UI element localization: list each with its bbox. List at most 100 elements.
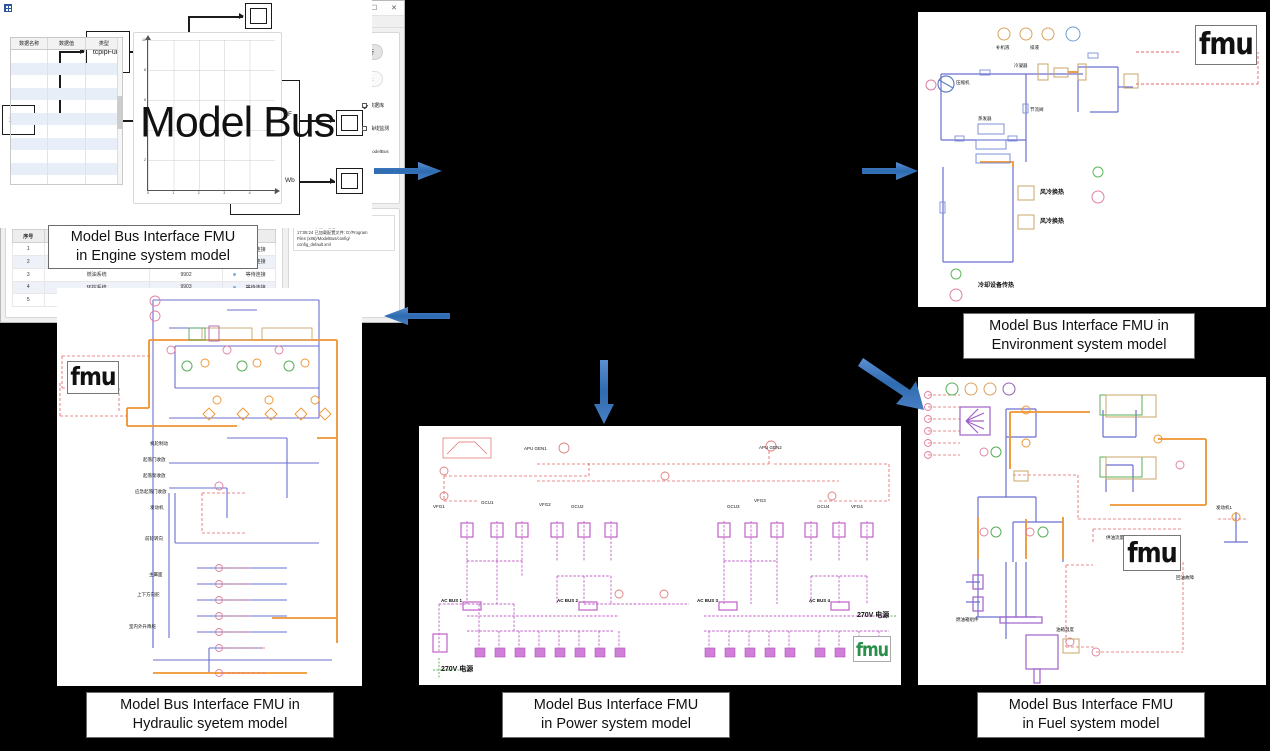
- wire-tcpip-scope-h: [188, 16, 243, 18]
- data-table-row[interactable]: [11, 87, 122, 100]
- data-table[interactable]: 数据名称 数据值 类型: [10, 37, 123, 185]
- caption-power: Model Bus Interface FMU in Power system …: [502, 692, 730, 738]
- label-engine-1: 发动机1: [1216, 505, 1233, 510]
- scope-top: [245, 3, 272, 29]
- label-gcu4: GCU4: [817, 504, 830, 509]
- label-evaporator: 蒸发器: [978, 116, 992, 121]
- cell-value: [48, 175, 86, 184]
- label-air-cooling-1: 风冷换热: [1040, 190, 1065, 196]
- status-dot-icon: [232, 273, 236, 277]
- label-compressor: 压缩机: [956, 80, 970, 85]
- label-vfg2: VFG2: [539, 502, 551, 507]
- label-ac-bus-4: AC BUS 4: [809, 598, 831, 603]
- label-gcu2: GCU2: [571, 504, 584, 509]
- data-table-rows: [11, 50, 122, 184]
- arrow-modelbus-to-fuel: [858, 358, 928, 414]
- client-row[interactable]: 3 燃油系统 9902 等待连接: [12, 267, 276, 282]
- client-cell-name: 燃油系统: [43, 267, 150, 282]
- caption-fuel-text: Model Bus Interface FMU in Fuel system m…: [1008, 697, 1174, 732]
- label-wheel-brake: 机轮制动: [150, 441, 168, 446]
- label-condenser: 冷凝器: [1014, 63, 1028, 68]
- data-table-scrollbar[interactable]: [117, 38, 122, 184]
- label-gcu1: GCU1: [481, 500, 494, 505]
- caption-engine: Model Bus Interface FMU in Engine system…: [48, 225, 258, 269]
- cell-value: [48, 112, 86, 125]
- arrow-modelbus-to-power: [593, 360, 615, 426]
- arrow-hydraulic-to-modelbus: [374, 305, 452, 327]
- label-return-fault: 回油故障: [1176, 575, 1194, 580]
- label-apu-gen1: APU GEN1: [524, 446, 547, 451]
- database-checkbox[interactable]: 数据库: [362, 102, 384, 109]
- label-gcu3: GCU3: [727, 504, 740, 509]
- label-ac-bus-2: AC BUS 2: [557, 598, 579, 603]
- x-tick: 2: [197, 191, 200, 195]
- cell-value: [48, 150, 86, 163]
- cell-name: [11, 112, 49, 125]
- fmu-logo-fuel: fmu: [1123, 535, 1181, 571]
- data-table-row[interactable]: [11, 112, 122, 125]
- label-throttle: 节流阀: [1030, 107, 1044, 112]
- data-table-row[interactable]: [11, 175, 122, 184]
- label-270v-left: 270V 电源: [441, 666, 474, 673]
- client-cell-no: 1: [12, 242, 45, 256]
- data-table-row[interactable]: [11, 50, 122, 63]
- x-tick: 3: [223, 191, 226, 195]
- curve-monitor-checkbox[interactable]: 曲线监测: [362, 125, 389, 132]
- chart-panel: 10 8 6 4 2 0 1 2 3 4 5 Model Bus: [133, 32, 335, 204]
- chart-watermark: Model Bus: [140, 98, 335, 147]
- cell-name: [11, 62, 49, 75]
- cell-value: [48, 100, 86, 113]
- arrow-modelbus-to-environment: [862, 160, 922, 182]
- data-table-row[interactable]: [11, 162, 122, 175]
- close-icon[interactable]: ✕: [384, 1, 404, 16]
- label-air-cooling-2: 风冷换热: [1040, 219, 1065, 225]
- x-tick: 5: [274, 191, 276, 195]
- cell-value: [48, 125, 86, 138]
- cell-value: [48, 50, 86, 63]
- data-table-row[interactable]: [11, 75, 122, 88]
- client-cell-no: 2: [12, 254, 45, 269]
- scrollbar-thumb[interactable]: [117, 96, 122, 129]
- arrowhead-scope-top: [239, 13, 244, 19]
- checkbox-icon-curve[interactable]: [362, 126, 368, 131]
- app-logo-icon: [4, 4, 12, 12]
- label-main-surface: 主羼面: [149, 572, 163, 577]
- caption-environment-text: Model Bus Interface FMU in Environment s…: [989, 318, 1169, 353]
- y-tick: 8: [144, 68, 146, 72]
- client-cell-no: 4: [12, 280, 45, 295]
- caption-hydraulic: Model Bus Interface FMU in Hydraulic sye…: [86, 692, 334, 738]
- power-diagram-svg: [432, 437, 897, 678]
- cell-name: [11, 100, 49, 113]
- label-inout-rudder: 室内外升降舵: [129, 624, 156, 629]
- cell-name: [11, 87, 49, 100]
- col-data-value: 数据值: [48, 38, 86, 49]
- arrowhead-scope-wb: [330, 178, 335, 184]
- client-col-0: 序号: [12, 228, 45, 244]
- data-panel: 数据名称 数据值 类型 发动机系统液压系统燃油系统环控系统供电系统: [5, 32, 146, 204]
- environment-system-diagram: 压缩机 冷凝器 蒸发器 节流阀 风冷换热 风冷换热 冷却设备传热 补机液 排液 …: [918, 12, 1266, 307]
- client-cell-no: 5: [12, 293, 45, 308]
- y-tick: 2: [144, 158, 146, 162]
- data-table-row[interactable]: [11, 150, 122, 163]
- scope-wb: [336, 168, 363, 194]
- hydraulic-diagram-svg: [59, 295, 338, 677]
- label-vfg4: VFG4: [851, 504, 863, 509]
- data-table-row[interactable]: [11, 125, 122, 138]
- cell-name: [11, 125, 49, 138]
- cell-name: [11, 150, 49, 163]
- log-line: config_default.xml: [297, 242, 331, 248]
- data-table-row[interactable]: [11, 100, 122, 113]
- cell-value: [48, 75, 86, 88]
- data-table-row[interactable]: [11, 137, 122, 150]
- data-table-row[interactable]: [11, 62, 122, 75]
- caption-power-text: Model Bus Interface FMU in Power system …: [533, 697, 699, 732]
- checkbox-icon-database[interactable]: [362, 103, 368, 108]
- fmu-logo-text: fmu: [1199, 27, 1254, 63]
- arrow-engine-to-modelbus: [374, 160, 452, 182]
- client-cell-port: 9902: [148, 267, 224, 282]
- label-nose-steering: 前轮转向: [145, 536, 163, 541]
- fuel-diagram-svg: [924, 382, 1248, 684]
- cell-value: [48, 162, 86, 175]
- label-vfg3: VFG3: [754, 498, 766, 503]
- label-270v-right: 270V 电源: [857, 612, 890, 619]
